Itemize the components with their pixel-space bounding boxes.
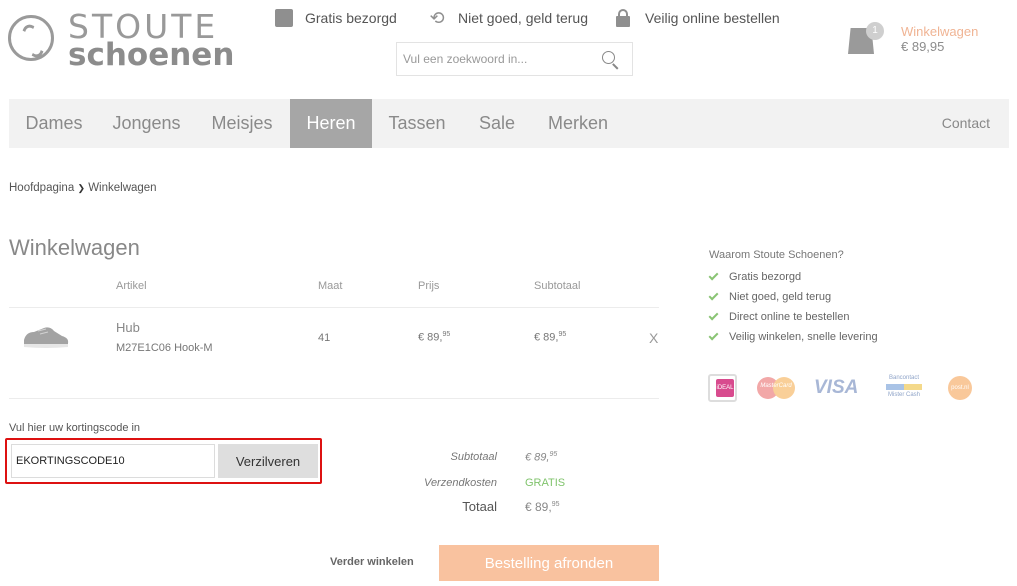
shipping-value: GRATIS [525,477,566,489]
product-size: 41 [318,332,331,344]
product-shoe-image[interactable] [22,322,70,350]
usp-label: Gratis bezorgd [305,10,397,26]
column-header-size: Maat [318,280,343,292]
postnl-logo-icon: post.nl [948,374,972,402]
breadcrumb-separator-icon: ❯ [77,183,85,193]
checkmark-icon [708,310,719,321]
nav-contact-link[interactable]: Contact [942,99,990,148]
main-nav: Dames Jongens Meisjes Heren Tassen Sale … [9,99,1009,148]
why-us-item: Niet goed, geld terug [708,290,831,303]
nav-item-dames[interactable]: Dames [9,99,99,148]
nav-item-heren[interactable]: Heren [290,99,372,148]
column-header-price: Prijs [418,280,440,292]
subtotal-label: Subtotaal [450,451,497,463]
product-name[interactable]: Hub [116,320,140,335]
total-value: € 89,95 [525,500,560,514]
checkmark-icon [708,270,719,281]
nav-item-jongens[interactable]: Jongens [99,99,194,148]
cart-total: € 89,95 [901,39,945,54]
column-header-article: Artikel [116,280,147,292]
page-title: Winkelwagen [9,235,140,260]
cart-count-badge: 1 [866,22,884,40]
usp-label: Veilig online bestellen [645,10,780,26]
search-box [396,42,633,76]
shipping-label: Verzendkosten [424,477,497,489]
logo[interactable]: STOUTE schoenen [8,10,234,72]
column-header-subtotal: Subtotaal [534,280,581,292]
why-us-item: Gratis bezorgd [708,270,801,283]
lock-icon [615,9,633,27]
logo-text-bottom: schoenen [68,37,235,73]
product-price: € 89,95 [418,331,451,344]
cart-widget[interactable]: 1 Winkelwagen € 89,95 [848,20,988,60]
cart-label: Winkelwagen [901,24,979,39]
logo-mark-icon [8,15,54,61]
why-us-item: Veilig winkelen, snelle levering [708,330,878,343]
usp-secure-order: Veilig online bestellen [615,8,780,28]
nav-item-sale[interactable]: Sale [462,99,532,148]
payment-methods: iDEAL MasterCard VISA Bancontact Mister C… [708,374,978,402]
nav-item-meisjes[interactable]: Meisjes [194,99,290,148]
remove-item-icon[interactable]: X [649,330,658,346]
visa-logo-icon: VISA [814,377,859,398]
search-input[interactable] [397,43,597,75]
product-subtotal: € 89,95 [534,331,567,344]
breadcrumb-current: Winkelwagen [88,182,157,194]
nav-item-merken[interactable]: Merken [532,99,624,148]
table-divider-top [9,307,659,308]
continue-shopping-link[interactable]: Verder winkelen [330,556,414,568]
mastercard-logo-icon: MasterCard [757,374,795,402]
search-icon[interactable] [602,51,620,70]
product-sku: M27E1C06 Hook-M [116,342,213,354]
coupon-code-input[interactable] [11,444,215,478]
why-us-item: Direct online te bestellen [708,310,849,323]
redeem-coupon-button[interactable]: Verzilveren [218,444,318,478]
refresh-icon: ⟲ [429,8,445,28]
ideal-logo-icon: iDEAL [708,374,737,402]
usp-free-delivery: Gratis bezorgd [275,8,397,28]
package-icon [275,9,293,27]
coupon-label: Vul hier uw kortingscode in [9,422,141,434]
nav-item-tassen[interactable]: Tassen [372,99,462,148]
subtotal-value: € 89,95 [525,451,558,464]
checkmark-icon [708,330,719,341]
table-divider-bottom [9,398,659,399]
usp-money-back: ⟲ Niet goed, geld terug [428,8,588,28]
bancontact-logo-icon: Bancontact Mister Cash [886,375,922,398]
usp-label: Niet goed, geld terug [458,10,588,26]
breadcrumb-home[interactable]: Hoofdpagina [9,182,74,194]
checkmark-icon [708,290,719,301]
breadcrumb: Hoofdpagina ❯ Winkelwagen [9,182,157,194]
why-us-title: Waarom Stoute Schoenen? [709,249,844,261]
total-label: Totaal [462,499,497,514]
coupon-highlight-box: Verzilveren [5,438,322,484]
checkout-button[interactable]: Bestelling afronden [439,545,659,581]
